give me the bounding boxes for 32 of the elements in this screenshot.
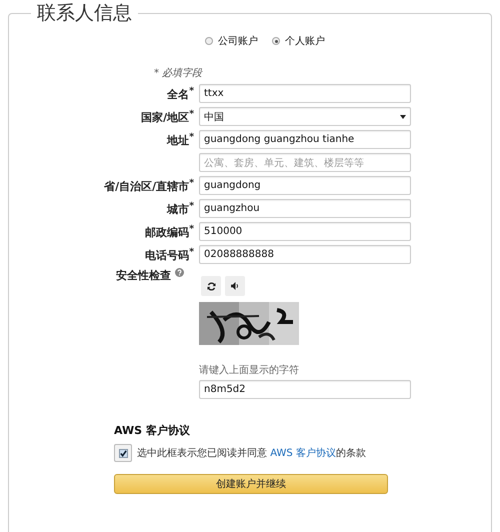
country-select[interactable]: 中国 xyxy=(199,107,411,126)
input-field[interactable]: guangzhou xyxy=(199,199,411,218)
field-label: 国家/地区$^{*}$ xyxy=(141,110,194,124)
required-note: * 必填字段 xyxy=(154,66,204,80)
account-type-radio[interactable]: 公司账户 xyxy=(205,34,258,48)
agreement-text: 选中此框表示您已阅读并同意 AWS 客户协议的条款 xyxy=(137,446,366,460)
agreement-checkbox[interactable] xyxy=(118,448,128,458)
refresh-icon xyxy=(206,282,216,290)
agreement-link[interactable]: AWS 客户协议 xyxy=(270,448,336,459)
section-title: 联系人信息 xyxy=(36,1,133,26)
field-label: 地址$^{*}$ xyxy=(167,134,194,147)
field-label: 省/自治区/直辖市$^{*}$ xyxy=(104,180,194,193)
create-account-button[interactable]: 创建账户并继续 xyxy=(114,474,388,494)
speaker-icon xyxy=(230,282,240,290)
input-field[interactable]: ttxx xyxy=(199,84,411,103)
field-label: 邮政编码$^{*}$ xyxy=(145,226,194,239)
captcha-hint: 请键入上面显示的字符 xyxy=(199,364,299,377)
input-field[interactable]: 02088888888 xyxy=(199,245,411,264)
input-field[interactable]: guangdong xyxy=(199,176,411,195)
refresh-button[interactable] xyxy=(201,276,221,296)
field-label: 城市$^{*}$ xyxy=(167,202,194,216)
field-label: 全名$^{*}$ xyxy=(167,88,194,101)
field-label: 安全性检查 xyxy=(116,268,171,283)
dropdown-arrow-icon xyxy=(400,114,406,118)
account-type-radio[interactable]: 个人账户 xyxy=(272,34,325,48)
agreement-title: AWS 客户协议 xyxy=(114,423,191,438)
field-label: 电话号码$^{*}$ xyxy=(145,248,194,262)
help-icon[interactable] xyxy=(175,268,184,277)
audio-button[interactable] xyxy=(225,276,245,296)
captcha-input[interactable]: n8m5d2 xyxy=(199,380,411,399)
input-field[interactable]: guangdong guangzhou tianhe xyxy=(199,130,411,149)
input-field[interactable]: 510000 xyxy=(199,222,411,241)
